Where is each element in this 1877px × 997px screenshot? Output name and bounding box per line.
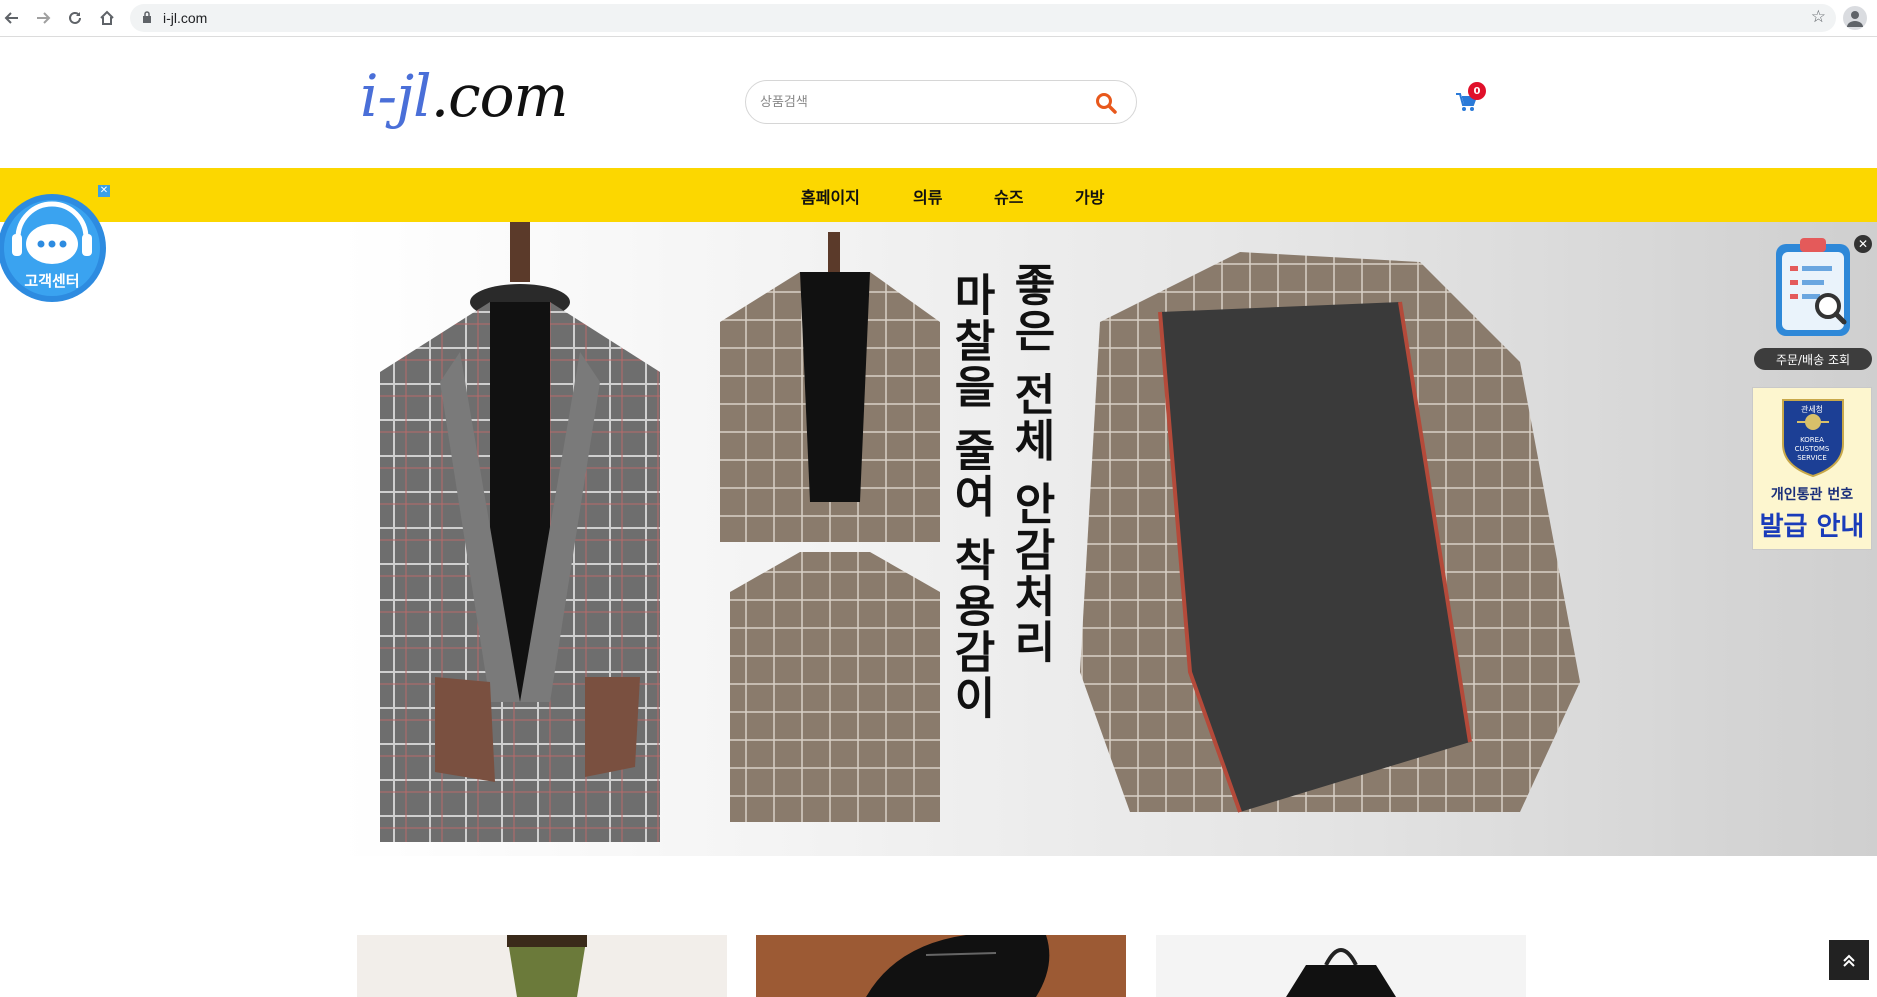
logo-part1: i-jl — [360, 62, 432, 130]
banner-image — [380, 222, 1580, 842]
forward-icon[interactable] — [31, 6, 55, 30]
customs-line2: 발급 안내 — [1759, 512, 1865, 542]
star-icon[interactable]: ☆ — [1811, 7, 1826, 27]
reload-icon[interactable] — [63, 6, 87, 30]
clothing-thumbnail — [357, 935, 727, 997]
category-card-shoes[interactable] — [756, 935, 1126, 997]
lock-icon — [143, 11, 151, 23]
category-card-bags[interactable] — [1156, 935, 1526, 997]
order-lookup-label[interactable]: 주문/배송 조회 — [1754, 348, 1872, 370]
shoes-thumbnail — [756, 935, 1126, 997]
nav-item-home[interactable]: 홈페이지 — [801, 184, 860, 208]
nav-item-shoes[interactable]: 슈즈 — [994, 184, 1023, 208]
nav-item-clothing[interactable]: 의류 — [913, 184, 942, 208]
category-card-clothing[interactable] — [357, 935, 727, 997]
hero-banner[interactable]: 좋은 전체 안감처리 마찰을 줄여 착용감이 — [340, 222, 1877, 856]
customs-badge-text2: CUSTOMS — [1794, 445, 1830, 453]
address-bar[interactable]: i-jl.com ☆ — [130, 4, 1836, 32]
customs-badge-text1: KOREA — [1800, 436, 1824, 444]
double-chevron-up-icon — [1843, 954, 1855, 967]
back-icon[interactable] — [0, 6, 24, 30]
close-icon[interactable]: ✕ — [1854, 235, 1872, 253]
bag-thumbnail — [1156, 935, 1526, 997]
customs-line1: 개인통관 번호 — [1770, 487, 1854, 503]
customs-shield-icon — [1782, 399, 1844, 478]
search-box — [745, 80, 1137, 124]
home-icon[interactable] — [95, 6, 119, 30]
cart-count-badge: 0 — [1468, 82, 1486, 100]
logo-part2: .com — [430, 62, 569, 130]
cs-label: 고객센터 — [24, 272, 80, 290]
browser-toolbar: i-jl.com ☆ — [0, 0, 1877, 37]
customs-badge-top: 관세청 — [1800, 405, 1824, 414]
nav-item-bags[interactable]: 가방 — [1075, 184, 1104, 208]
customs-badge-text3: SERVICE — [1797, 454, 1827, 462]
banner-text-col2: 마찰을 줄여 착용감이 — [945, 272, 996, 721]
scroll-top-button[interactable] — [1829, 940, 1869, 980]
url-text[interactable]: i-jl.com — [163, 10, 207, 26]
search-icon[interactable] — [1094, 91, 1118, 115]
close-icon[interactable]: ✕ — [98, 185, 110, 197]
profile-icon[interactable] — [1843, 6, 1867, 30]
site-logo[interactable]: i-jl.com — [360, 62, 569, 130]
search-input[interactable] — [760, 91, 1080, 113]
banner-text-col1: 좋은 전체 안감처리 — [1005, 262, 1056, 665]
main-nav: 홈페이지 의류 슈즈 가방 — [0, 168, 1877, 222]
clipboard-search-icon — [1776, 238, 1850, 336]
customer-service-widget[interactable]: 고객센터 — [0, 188, 108, 304]
customs-id-banner[interactable]: 관세청 KOREA CUSTOMS SERVICE 개인통관 번호 발급 안내 — [1752, 387, 1872, 550]
